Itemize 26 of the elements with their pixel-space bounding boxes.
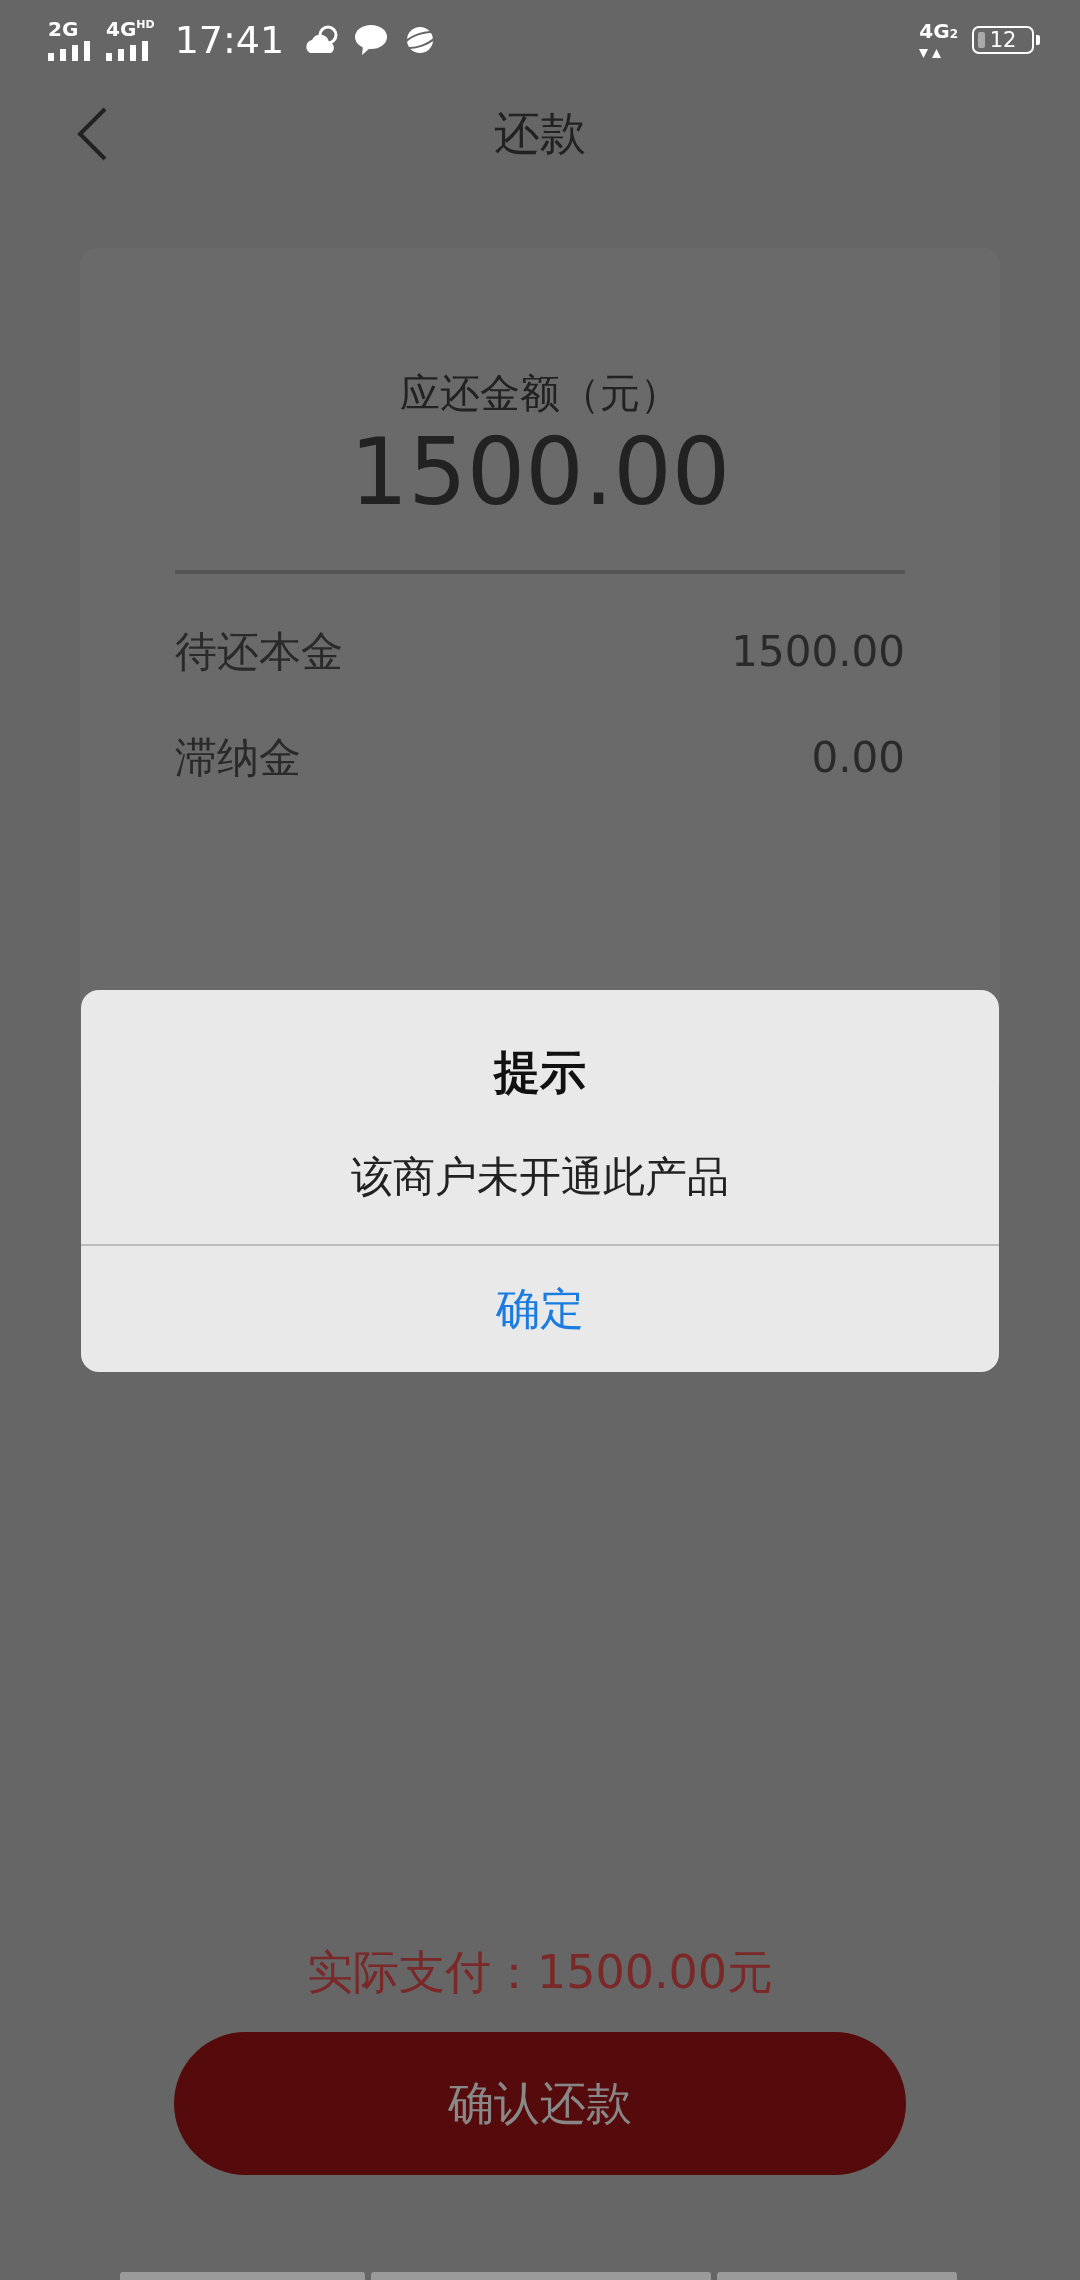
signal-icon (48, 41, 92, 61)
confirm-button[interactable]: 确认还款 (174, 2032, 906, 2175)
network-type: 4G (106, 19, 137, 39)
battery-level: 12 (989, 28, 1017, 52)
network-type: 2G (48, 19, 79, 39)
page-title: 还款 (494, 105, 586, 162)
back-icon[interactable] (75, 106, 109, 162)
row-label: 待还本金 (175, 626, 343, 678)
hd-label: HD (136, 19, 155, 31)
data-arrows-icon (919, 49, 942, 59)
chat-icon (354, 24, 389, 56)
network-type: 4G (919, 21, 950, 41)
battery-tip (1036, 35, 1040, 45)
row-label: 滞纳金 (175, 732, 301, 784)
row-value: 0.00 (811, 732, 905, 784)
dialog-title: 提示 (494, 1044, 586, 1101)
row-value: 1500.00 (731, 626, 905, 678)
signal-icon (106, 41, 150, 61)
sim-number: 2 (949, 27, 958, 43)
battery-fill (978, 32, 985, 48)
total-text: 实际支付：1500.00元 (306, 1944, 774, 2001)
dialog-message: 该商户未开通此产品 (351, 1151, 729, 1203)
ok-button[interactable]: 确定 (81, 1244, 999, 1372)
amount-value: 1500.00 (349, 418, 731, 528)
clock: 17:41 (174, 20, 285, 60)
amount-label: 应还金额（元） (400, 369, 680, 418)
